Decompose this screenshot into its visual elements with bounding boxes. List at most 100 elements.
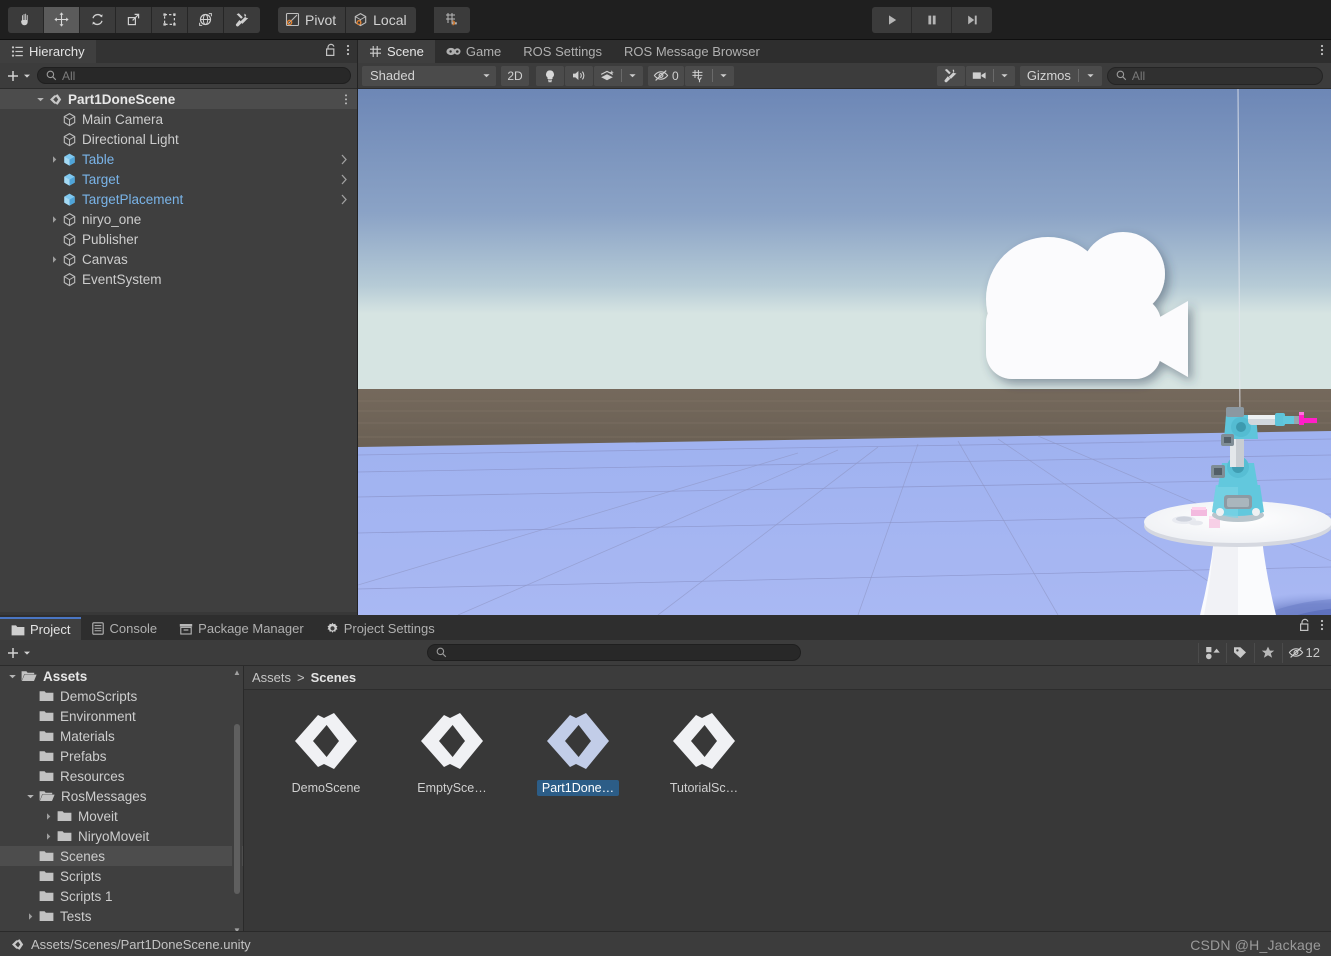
chevron-down-icon[interactable] [1079,71,1102,80]
scene-audio-button[interactable] [565,65,593,86]
chevron-right-icon[interactable] [44,812,53,821]
project-tree-item-niryomoveit[interactable]: NiryoMoveit [0,826,243,846]
project-tree-item-tests[interactable]: Tests [0,906,243,926]
scene-camera-dropdown[interactable] [965,65,1015,86]
tab-game[interactable]: Game [435,40,512,63]
hierarchy-tree[interactable]: Part1DoneScene Main Camera Directional Lig… [0,89,357,612]
filter-by-label-button[interactable] [1225,642,1254,663]
row-menu-icon[interactable] [344,93,348,106]
hand-tool-button[interactable] [8,6,44,33]
expand-toggle[interactable] [48,155,61,164]
hierarchy-item-canvas[interactable]: Canvas [0,249,357,269]
prefab-open-arrow[interactable] [340,194,348,205]
hierarchy-item-directional-light[interactable]: Directional Light [0,129,357,149]
expand-toggle[interactable] [6,672,18,681]
lock-icon[interactable] [1299,618,1311,632]
scene-grid-dropdown[interactable] [684,65,734,86]
hierarchy-item-table[interactable]: Table [0,149,357,169]
tab-console[interactable]: Console [81,617,168,640]
expand-toggle[interactable] [48,255,61,264]
expand-toggle[interactable] [42,832,54,841]
project-tree-item-scripts[interactable]: Scripts [0,866,243,886]
asset-item[interactable]: Part1Done… [526,708,630,945]
hierarchy-item-main-camera[interactable]: Main Camera [0,109,357,129]
pause-button[interactable] [912,7,952,33]
expand-toggle[interactable] [34,95,47,104]
expand-toggle[interactable] [24,912,36,921]
chevron-right-icon[interactable] [340,194,348,205]
hierarchy-search-input[interactable]: All [37,67,351,84]
breadcrumb-scenes[interactable]: Scenes [311,670,357,685]
gizmos-dropdown[interactable]: Gizmos [1019,65,1102,86]
project-folder-tree[interactable]: Assets DemoScripts Environment Materials Pre… [0,666,244,936]
chevron-down-icon[interactable] [994,71,1015,80]
project-tree-item-prefabs[interactable]: Prefabs [0,746,243,766]
hierarchy-item-targetplacement[interactable]: TargetPlacement [0,189,357,209]
expand-toggle[interactable] [48,215,61,224]
transform-tool-button[interactable] [188,6,224,33]
scene-row-menu[interactable] [344,93,348,106]
project-tree-item-assets[interactable]: Assets [0,666,243,686]
scroll-thumb[interactable] [234,724,240,894]
scene-lighting-button[interactable] [536,65,564,86]
hierarchy-scene-root[interactable]: Part1DoneScene [0,89,357,109]
project-search-input[interactable] [427,644,802,661]
tab-scene[interactable]: Scene [358,40,435,63]
expand-toggle[interactable] [42,812,54,821]
scene-fx-dropdown[interactable] [594,65,643,86]
scene-menu-icon[interactable] [1320,43,1324,57]
scale-tool-button[interactable] [116,6,152,33]
rotate-tool-button[interactable] [80,6,116,33]
project-tree-item-scripts-1[interactable]: Scripts 1 [0,886,243,906]
tab-ros-message-browser[interactable]: ROS Message Browser [613,40,771,63]
project-visibility-button[interactable]: 12 [1281,642,1325,663]
custom-tool-button[interactable] [224,6,260,33]
project-add-button[interactable] [6,646,31,660]
chevron-right-icon[interactable] [50,155,59,164]
prefab-open-arrow[interactable] [340,174,348,185]
project-tree-item-materials[interactable]: Materials [0,726,243,746]
filter-by-type-button[interactable] [1197,642,1226,663]
chevron-down-icon[interactable] [713,71,734,80]
hierarchy-item-publisher[interactable]: Publisher [0,229,357,249]
project-tree-item-rosmessages[interactable]: RosMessages [0,786,243,806]
asset-item[interactable]: TutorialSc… [654,708,754,936]
breadcrumb-assets[interactable]: Assets [252,670,291,685]
tab-hierarchy[interactable]: Hierarchy [0,40,96,63]
project-menu-icon[interactable] [1320,618,1324,632]
move-tool-button[interactable] [44,6,80,33]
lock-icon[interactable] [325,43,337,57]
mode-2d-button[interactable]: 2D [501,65,529,86]
project-tree-item-resources[interactable]: Resources [0,766,243,786]
chevron-right-icon[interactable] [50,215,59,224]
favorites-button[interactable] [1253,642,1282,663]
chevron-right-icon[interactable] [340,174,348,185]
expand-toggle[interactable] [24,792,36,801]
tab-ros-settings[interactable]: ROS Settings [512,40,613,63]
hierarchy-add-button[interactable] [6,69,31,83]
chevron-down-icon[interactable] [26,792,35,801]
draw-mode-dropdown[interactable]: Shaded [362,65,496,86]
hierarchy-menu-icon[interactable] [346,43,350,57]
step-button[interactable] [952,7,992,33]
chevron-right-icon[interactable] [50,255,59,264]
grid-snapping-button[interactable] [433,6,470,33]
hierarchy-item-target[interactable]: Target [0,169,357,189]
prefab-open-arrow[interactable] [340,154,348,165]
hierarchy-item-niryo-one[interactable]: niryo_one [0,209,357,229]
scene-viewport[interactable]: y z < Right [358,89,1331,615]
chevron-right-icon[interactable] [44,832,53,841]
asset-item[interactable]: DemoScene [276,708,376,936]
scene-visibility-button[interactable]: 0 [648,65,684,86]
scroll-up-arrow[interactable]: ▲ [232,666,242,678]
chevron-right-icon[interactable] [26,912,35,921]
rect-tool-button[interactable] [152,6,188,33]
hierarchy-item-eventsystem[interactable]: EventSystem [0,269,357,289]
chevron-right-icon[interactable] [340,154,348,165]
project-tree-item-demoscripts[interactable]: DemoScripts [0,686,243,706]
tab-project[interactable]: Project [0,617,82,640]
tab-package-manager[interactable]: Package Manager [168,617,315,640]
asset-grid[interactable]: DemoScene EmptySce… Part1Done… TutorialSc… [244,690,1331,945]
scene-tools-button[interactable] [936,65,965,86]
project-tree-scrollbar[interactable]: ▲ ▼ [232,666,242,936]
